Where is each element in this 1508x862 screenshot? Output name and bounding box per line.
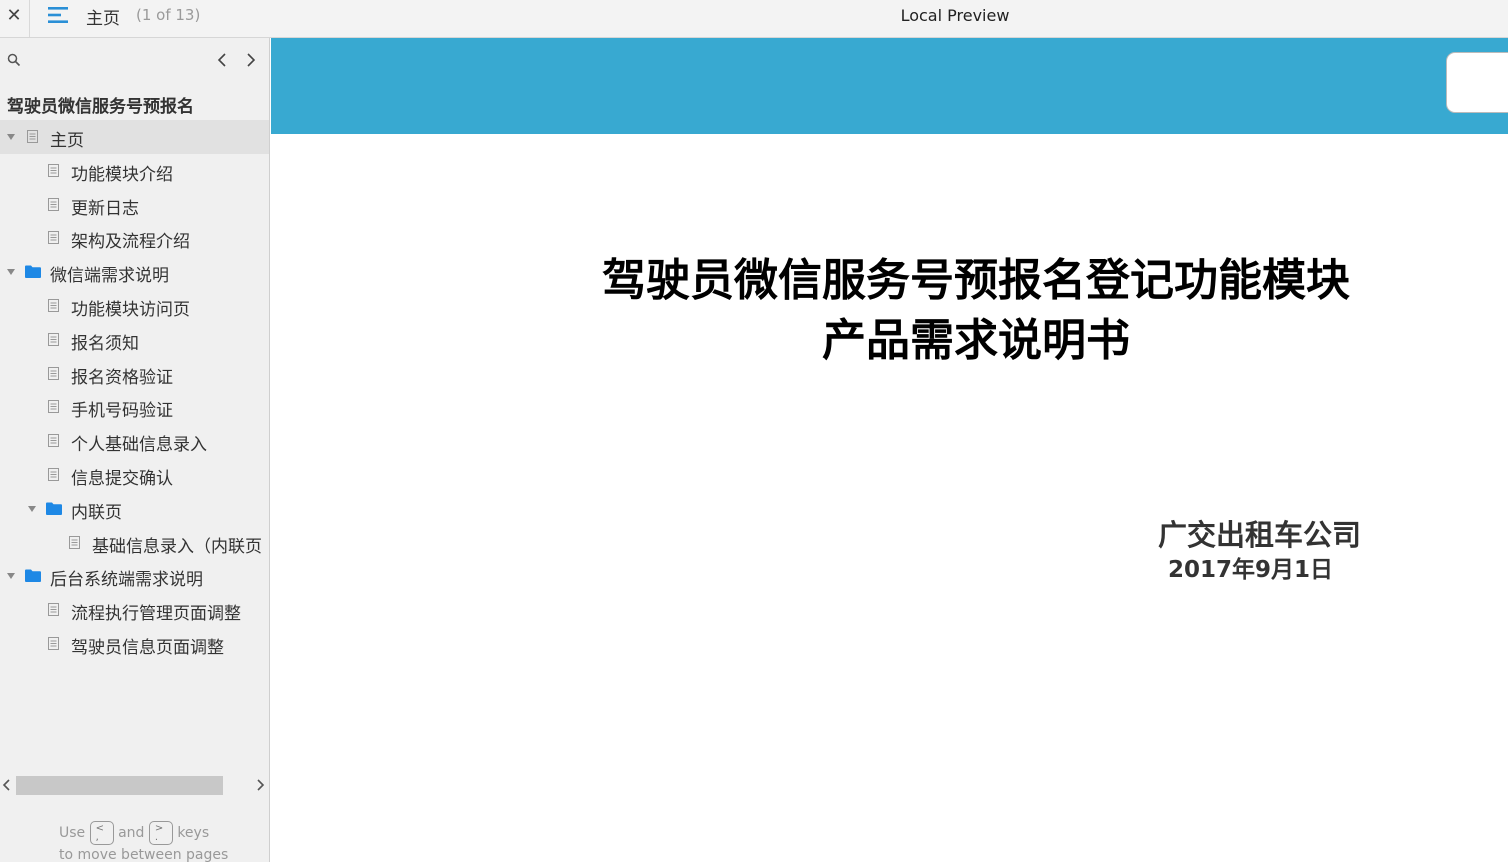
tree-item-label: 功能模块访问页 xyxy=(71,299,190,320)
expand-caret-icon[interactable] xyxy=(27,504,37,514)
tree-item-label: 驾驶员信息页面调整 xyxy=(71,637,224,658)
next-page-button[interactable] xyxy=(243,50,259,70)
tree-item-label: 架构及流程介绍 xyxy=(71,232,190,253)
document-title-line-1: 驾驶员微信服务号预报名登记功能模块 xyxy=(602,255,1350,306)
sidebar-search-row xyxy=(0,38,269,82)
page-icon xyxy=(48,197,59,211)
document-date: 2017年9月1日 xyxy=(1167,557,1333,583)
tree-page[interactable]: 更新日志 xyxy=(0,188,269,222)
hint-use: Use xyxy=(59,825,86,841)
close-button[interactable]: ✕ xyxy=(0,0,28,30)
page-icon xyxy=(69,535,80,549)
tree-item-label: 报名资格验证 xyxy=(71,367,173,388)
tree-item-label: 内联页 xyxy=(71,502,122,523)
page-counter: (1 of 13) xyxy=(136,6,201,24)
tree-page[interactable]: 功能模块访问页 xyxy=(0,289,269,323)
previous-page-button[interactable] xyxy=(214,50,230,70)
tree-item-label: 个人基础信息录入 xyxy=(71,435,207,456)
tree-page[interactable]: 主页 xyxy=(0,120,269,154)
document-company: 广交出租车公司 xyxy=(1157,518,1361,552)
tree-folder[interactable]: 内联页 xyxy=(0,492,269,526)
page-icon xyxy=(48,332,59,346)
document-title-line-2: 产品需求说明书 xyxy=(822,315,1130,366)
tree-folder[interactable]: 后台系统端需求说明 xyxy=(0,559,269,593)
key-prev-icon: < , xyxy=(89,821,114,845)
folder-icon xyxy=(25,569,41,583)
tree-page[interactable]: 流程执行管理页面调整 xyxy=(0,593,269,627)
page-icon xyxy=(48,163,59,177)
tree-item-label: 主页 xyxy=(50,131,84,151)
scroll-left-icon[interactable] xyxy=(1,778,13,792)
tree-item-label: 手机号码验证 xyxy=(71,401,173,422)
scrollbar-thumb[interactable] xyxy=(16,776,223,795)
page-icon xyxy=(48,400,59,414)
header-banner xyxy=(271,38,1508,134)
document-view: 驾驶员微信服务号预报名登记功能模块 产品需求说明书 广交出租车公司 2017年9… xyxy=(271,38,1508,862)
tree-item-label: 更新日志 xyxy=(71,198,139,219)
hint-line-2: to move between pages xyxy=(59,847,229,862)
tree-folder[interactable]: 微信端需求说明 xyxy=(0,255,269,289)
tree-page[interactable]: 驾驶员信息页面调整 xyxy=(0,627,269,661)
folder-icon xyxy=(46,502,62,515)
project-title: 驾驶员微信服务号预报名 xyxy=(7,97,194,117)
menu-icon[interactable] xyxy=(48,6,70,24)
expand-caret-icon[interactable] xyxy=(6,571,16,581)
tree-item-label: 基础信息录入（内联页 xyxy=(92,536,262,557)
page-icon xyxy=(48,434,59,448)
page-icon xyxy=(48,603,59,617)
app-title: Local Preview xyxy=(900,6,1010,25)
page-icon xyxy=(48,231,59,245)
tree-item-label: 后台系统端需求说明 xyxy=(50,570,203,591)
expand-caret-icon[interactable] xyxy=(6,132,16,142)
scroll-right-icon[interactable] xyxy=(254,778,266,792)
key-next-icon: > . xyxy=(148,821,173,845)
hint-and: and xyxy=(118,825,145,841)
tree-item-label: 信息提交确认 xyxy=(71,468,173,489)
divider xyxy=(29,0,30,37)
tree-item-label: 功能模块介绍 xyxy=(71,164,173,185)
page-icon xyxy=(48,298,59,312)
page-icon xyxy=(48,636,59,650)
tree-page[interactable]: 报名资格验证 xyxy=(0,357,269,391)
folder-icon xyxy=(25,265,41,279)
tree-page[interactable]: 架构及流程介绍 xyxy=(0,221,269,255)
banner-box xyxy=(1446,52,1508,113)
tree-page[interactable]: 手机号码验证 xyxy=(0,390,269,424)
sidebar: 驾驶员微信服务号预报名 主页功能模块介绍 更新日志架构及流程介绍微信端需求说明功能… xyxy=(0,38,270,862)
horizontal-scrollbar[interactable] xyxy=(0,773,269,797)
tree-item-label: 微信端需求说明 xyxy=(50,266,169,287)
tree-page[interactable]: 个人基础信息录入 xyxy=(0,424,269,458)
page-icon xyxy=(48,467,59,481)
tree-item-label: 报名须知 xyxy=(71,333,139,354)
page-tree: 主页功能模块介绍 更新日志架构及流程介绍微信端需求说明功能模块访问页 报名须知报名资… xyxy=(0,120,269,661)
tree-page[interactable]: 功能模块介绍 xyxy=(0,154,269,188)
tree-page[interactable]: 报名须知 xyxy=(0,323,269,357)
tree-page[interactable]: 信息提交确认 xyxy=(0,458,269,492)
top-bar: ✕ 主页 (1 of 13) Local Preview xyxy=(0,0,1508,38)
hint-keys: keys xyxy=(177,825,210,841)
expand-caret-icon[interactable] xyxy=(6,267,16,277)
search-icon[interactable] xyxy=(7,53,21,67)
page-icon xyxy=(48,366,59,380)
tree-item-label: 流程执行管理页面调整 xyxy=(71,604,241,625)
tree-page[interactable]: 基础信息录入（内联页 xyxy=(0,526,269,560)
current-page-name: 主页 xyxy=(86,9,120,29)
page-icon xyxy=(27,130,38,143)
